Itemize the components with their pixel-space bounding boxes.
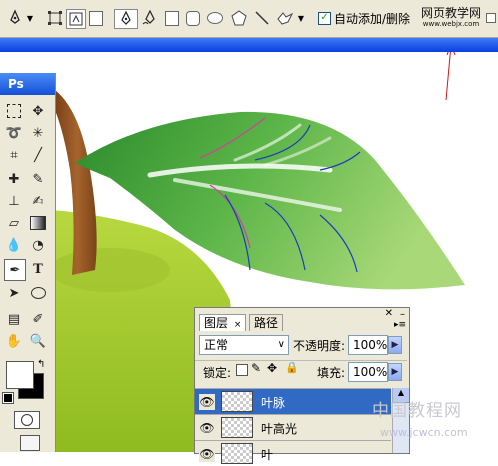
screen-mode-icon[interactable] xyxy=(20,435,40,451)
path-selection-icon[interactable]: ➤ xyxy=(4,283,24,303)
layer-name: 叶脉 xyxy=(261,396,286,410)
gradient-tool-icon[interactable] xyxy=(28,213,48,233)
hand-tool-icon[interactable]: ✋ xyxy=(4,331,24,351)
pen-tool-icon[interactable] xyxy=(114,9,138,29)
lock-all-icon[interactable]: 🔒 xyxy=(285,361,299,374)
eye-icon[interactable]: 👁 xyxy=(199,446,215,462)
layer-thumbnail xyxy=(221,417,253,438)
watermark-top-url: www.webjx.com xyxy=(422,20,480,28)
type-tool-icon[interactable]: T xyxy=(28,259,48,279)
rectangle-shape-icon[interactable] xyxy=(165,9,179,27)
tab-layers-label: 图层 xyxy=(204,316,229,330)
eye-icon[interactable]: 👁 xyxy=(199,394,215,410)
opacity-input[interactable]: 100% xyxy=(348,335,388,355)
watermark-bottom-title: 中国教程网 xyxy=(372,401,462,421)
custom-shape-icon[interactable] xyxy=(276,9,294,27)
healing-brush-icon[interactable]: ✚ xyxy=(4,169,24,189)
auto-add-delete-checkbox[interactable]: ✓ xyxy=(318,11,331,25)
layer-name: 叶高光 xyxy=(261,422,298,436)
brush-tool-icon[interactable]: ✎ xyxy=(28,169,48,189)
opacity-label: 不透明度: xyxy=(293,339,346,353)
magic-wand-icon[interactable]: ✳ xyxy=(28,123,48,143)
shape-dropdown-icon[interactable]: ▼ xyxy=(297,9,305,27)
polygon-shape-icon[interactable] xyxy=(231,9,247,27)
palette-well-icon[interactable] xyxy=(485,9,497,27)
dodge-tool-icon[interactable]: ◔ xyxy=(28,235,48,255)
options-bar: ▼ ▼ ✓ 自动添加/删除 网页教学网 www.webjx.com xyxy=(0,0,498,38)
freeform-pen-icon[interactable] xyxy=(141,9,159,27)
line-shape-icon[interactable] xyxy=(254,9,270,27)
slice-tool-icon[interactable]: ╱ xyxy=(28,145,48,165)
default-colors-icon[interactable] xyxy=(2,392,14,404)
paths-mode-icon[interactable] xyxy=(66,9,86,29)
blend-mode-select[interactable]: 正常 ∨ xyxy=(199,335,289,355)
layer-thumbnail xyxy=(221,443,253,464)
lock-label: 锁定: xyxy=(203,366,232,380)
marquee-tool-icon[interactable] xyxy=(4,101,24,121)
blur-tool-icon[interactable]: 💧 xyxy=(4,235,24,255)
fill-pixels-icon[interactable] xyxy=(89,9,103,27)
eye-icon[interactable]: 👁 xyxy=(199,420,215,436)
history-brush-icon[interactable]: ✍ xyxy=(28,191,48,211)
preset-dropdown-icon[interactable]: ▼ xyxy=(26,9,34,27)
ellipse-shape-icon[interactable] xyxy=(207,9,223,27)
crop-tool-icon[interactable]: ⌗ xyxy=(4,145,24,165)
tab-layers[interactable]: 图层 × xyxy=(199,314,247,331)
zoom-tool-icon[interactable]: 🔍 xyxy=(28,331,48,351)
eraser-tool-icon[interactable]: ▱ xyxy=(4,213,24,233)
lasso-tool-icon[interactable]: ➰ xyxy=(4,123,24,143)
layer-row[interactable]: 👁 叶高光 xyxy=(195,414,391,440)
panel-minimize-icon[interactable]: – xyxy=(400,309,405,320)
toolbox-panel: Ps ✥ ➰ ✳ ⌗ ╱ ✚ ✎ ⊥ ✍ ▱ 💧 ◔ ✒ T ➤ ▤ ✐ ✋ 🔍… xyxy=(0,73,56,452)
auto-add-delete-option[interactable]: ✓ 自动添加/删除 xyxy=(318,9,414,27)
auto-add-delete-label: 自动添加/删除 xyxy=(334,11,411,26)
tab-paths[interactable]: 路径 xyxy=(249,314,284,331)
toolbox-title: Ps xyxy=(0,73,55,95)
watermark-top-title: 网页教学网 xyxy=(420,6,481,20)
site-watermark-top: 网页教学网 www.webjx.com xyxy=(419,7,483,29)
watermark-bottom-url: www.jcwcn.com xyxy=(380,426,468,439)
tab-close-icon[interactable]: × xyxy=(234,320,242,330)
quick-mask-icon[interactable] xyxy=(14,411,40,429)
opacity-slider-arrow[interactable]: ▶ xyxy=(388,336,402,354)
fill-input[interactable]: 100% xyxy=(348,362,388,382)
blend-mode-value: 正常 xyxy=(204,338,229,352)
move-tool-icon[interactable]: ✥ xyxy=(28,101,48,121)
layer-row[interactable]: 👁 叶 xyxy=(195,440,391,466)
default-colors-front xyxy=(6,361,34,389)
site-watermark-bottom: 中国教程网 www.jcwcn.com xyxy=(372,394,498,452)
lock-transparent-icon[interactable] xyxy=(236,364,248,376)
swap-colors-icon[interactable]: ↰ xyxy=(37,359,45,370)
pen-tool-active-icon[interactable]: ✒ xyxy=(4,259,26,281)
layer-name: 叶 xyxy=(261,448,274,462)
rounded-rectangle-icon[interactable] xyxy=(186,9,200,27)
tab-paths-label: 路径 xyxy=(254,316,279,330)
shape-tool-icon[interactable] xyxy=(28,283,48,303)
clone-stamp-icon[interactable]: ⊥ xyxy=(4,191,24,211)
shape-layers-icon[interactable] xyxy=(47,9,63,27)
layer-row[interactable]: 👁 叶脉 xyxy=(195,388,391,414)
layer-thumbnail xyxy=(221,391,253,412)
lock-position-icon[interactable]: ✥ xyxy=(267,361,277,375)
eyedropper-tool-icon[interactable]: ✐ xyxy=(28,309,48,329)
lock-image-icon[interactable]: ✎ xyxy=(251,361,261,375)
chevron-down-icon: ∨ xyxy=(277,339,285,350)
notes-tool-icon[interactable]: ▤ xyxy=(4,309,24,329)
fill-slider-arrow[interactable]: ▶ xyxy=(388,363,402,381)
panel-close-icon[interactable]: ✕ xyxy=(385,308,393,319)
panel-menu-icon[interactable]: ▸≡ xyxy=(394,320,406,330)
document-title-bar xyxy=(0,38,498,52)
pen-tool-preset-icon[interactable] xyxy=(4,9,26,27)
fill-label: 填充: xyxy=(317,366,346,380)
